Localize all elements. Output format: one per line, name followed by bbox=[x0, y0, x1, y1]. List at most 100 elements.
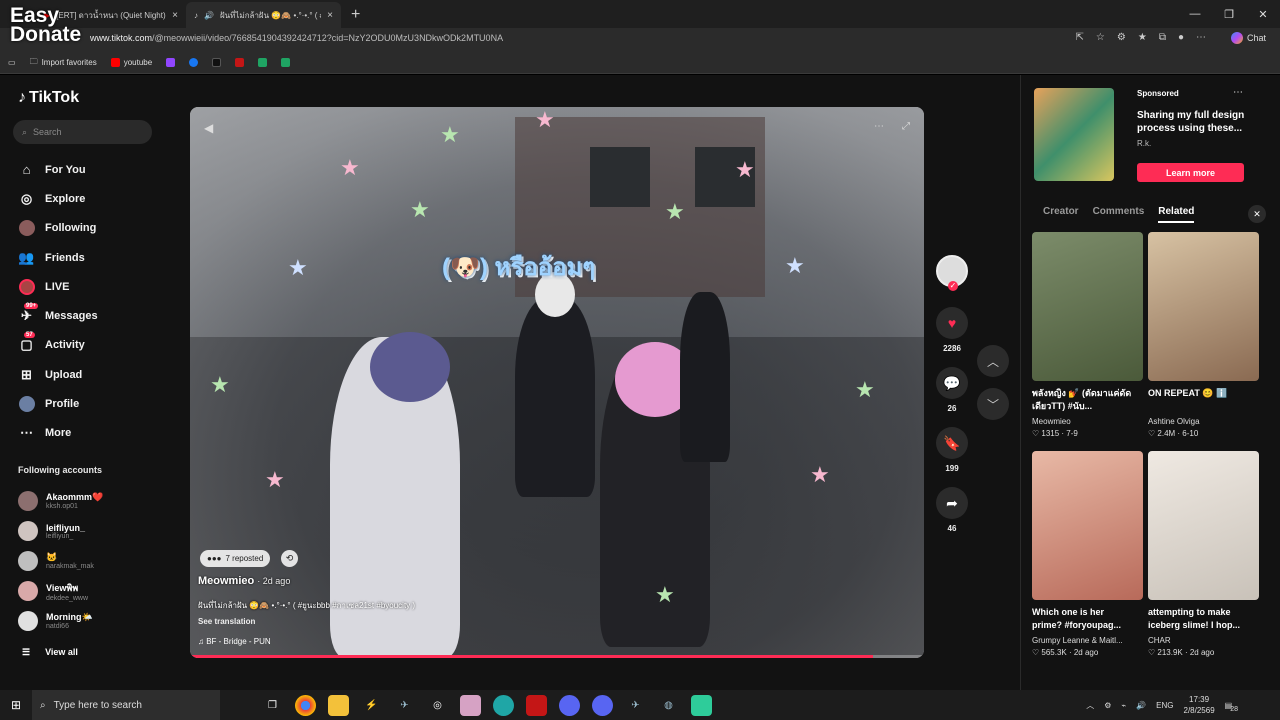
speaker-icon[interactable]: 🔊 bbox=[204, 11, 214, 20]
related-video-card[interactable]: Which one is her prime? #foryoupag... Gr… bbox=[1032, 451, 1143, 657]
fullscreen-icon[interactable]: ⤢ bbox=[902, 121, 910, 132]
like-action[interactable]: ♥ 2286 bbox=[936, 307, 968, 353]
discord-icon[interactable] bbox=[559, 694, 580, 716]
list-item[interactable]: Viewพิพ dekdee_www bbox=[18, 576, 103, 606]
tab-actions-icon[interactable]: ▭ bbox=[8, 58, 16, 67]
sidebar-item-upload[interactable]: ⊞ Upload bbox=[18, 360, 98, 389]
view-all-button[interactable]: ☰ View all bbox=[22, 647, 78, 658]
tab-comments[interactable]: Comments bbox=[1093, 206, 1145, 223]
creator-avatar[interactable]: ✓ bbox=[936, 255, 968, 291]
next-video-button[interactable]: ﹀ bbox=[977, 388, 1009, 420]
close-window-icon[interactable]: ✕ bbox=[1246, 0, 1280, 28]
tray-app-icon[interactable]: ⚙ bbox=[1104, 701, 1111, 710]
menu-dots-icon[interactable]: ⋯ bbox=[1196, 32, 1206, 43]
close-icon[interactable]: × bbox=[327, 10, 333, 21]
app-icon[interactable] bbox=[691, 694, 712, 716]
open-app-icon[interactable]: ⇱ bbox=[1076, 32, 1084, 43]
comment-action[interactable]: 💬 26 bbox=[936, 367, 968, 413]
app-icon[interactable]: ◎ bbox=[427, 695, 448, 716]
sidebar-item-friends[interactable]: 👥 Friends bbox=[18, 243, 98, 272]
collections-icon[interactable]: ⧉ bbox=[1159, 32, 1166, 43]
sidebar-item-following[interactable]: Following bbox=[18, 214, 98, 243]
video-thumbnail[interactable] bbox=[1148, 451, 1259, 600]
sheets-icon[interactable] bbox=[258, 58, 268, 67]
video-player[interactable]: (🐶) หรืออ้อมๆ ★ ★ ★ ★ ★ ★ ★ ★ ★ ★ ★ ★ ★ … bbox=[190, 107, 924, 658]
related-video-card[interactable]: ON REPEAT 😊 ℹ️ Ashtine Olviga ♡ 2.4M · 6… bbox=[1148, 232, 1259, 438]
sidebar-item-profile[interactable]: Profile bbox=[18, 389, 98, 418]
video-author[interactable]: Meowmieo · 2d ago bbox=[198, 575, 290, 587]
ad-title[interactable]: Sharing my full design process using the… bbox=[1137, 109, 1249, 135]
browser-tab-tiktok[interactable]: ♪ 🔊 ฝันที่ไม่กล้าฝัน 😳🙈 •.°·•.° ( #ฐ × bbox=[186, 2, 341, 28]
app-icon[interactable]: ◍ bbox=[658, 695, 679, 716]
steam-icon[interactable]: ✈ bbox=[394, 695, 415, 716]
app-icon[interactable] bbox=[460, 694, 481, 716]
share-action[interactable]: ➦ 46 bbox=[936, 487, 968, 533]
search-input[interactable]: ⌕ Search bbox=[13, 120, 152, 144]
previous-video-button[interactable]: ︿ bbox=[977, 345, 1009, 377]
volume-icon[interactable]: 🔊 bbox=[1136, 701, 1146, 710]
extensions-icon[interactable]: ⚙ bbox=[1117, 32, 1126, 43]
list-item[interactable]: Morning🌤️ natdi66 bbox=[18, 606, 103, 636]
windows-start-icon[interactable]: ⊞ bbox=[0, 698, 32, 712]
app-icon[interactable] bbox=[526, 694, 547, 716]
sheets-icon[interactable] bbox=[281, 58, 291, 67]
maximize-icon[interactable]: ❐ bbox=[1212, 0, 1246, 28]
volume-icon[interactable]: ◀ bbox=[204, 121, 213, 135]
favorite-youtube[interactable]: youtube bbox=[110, 58, 152, 67]
sidebar-item-explore[interactable]: ◎ Explore bbox=[18, 184, 98, 213]
follow-plus-icon[interactable]: ✓ bbox=[948, 281, 958, 291]
sidebar-item-more[interactable]: ⋯ More bbox=[18, 419, 98, 448]
url-field[interactable]: www.tiktok.com/@meowwieii/video/76685419… bbox=[90, 33, 503, 43]
language-indicator[interactable]: ENG bbox=[1156, 701, 1173, 710]
music-label[interactable]: ♫ BF - Bridge - PUN bbox=[198, 637, 271, 646]
related-video-card[interactable]: พลังหญิง 💅 (ตัดมาแค่ดัดเดียวTT) #นับ... … bbox=[1032, 232, 1143, 438]
favorite-import[interactable]: 🗀 Import favorites bbox=[30, 56, 97, 70]
network-icon[interactable]: ⌁ bbox=[1121, 701, 1126, 710]
chrome-icon[interactable] bbox=[295, 694, 316, 716]
taskbar-search[interactable]: ⌕ Type here to search bbox=[32, 690, 220, 720]
sidebar-item-messages[interactable]: ✈ 99+ Messages bbox=[18, 301, 98, 330]
list-item[interactable]: leifliyun_ leifliyun_ bbox=[18, 516, 103, 546]
red-app-icon[interactable] bbox=[235, 58, 245, 67]
tiktok-logo[interactable]: ♪ TikTok bbox=[18, 89, 79, 107]
list-item[interactable]: Akaommm❤️ kksh.op01 bbox=[18, 486, 103, 516]
reposted-badge[interactable]: ●●● 7 reposted bbox=[200, 550, 271, 567]
video-thumbnail[interactable] bbox=[1148, 232, 1259, 381]
video-thumbnail[interactable] bbox=[1032, 232, 1143, 381]
sidebar-item-activity[interactable]: ▢ 57 Activity bbox=[18, 331, 98, 360]
copilot-chat-button[interactable]: Chat bbox=[1230, 32, 1266, 44]
twitch-icon[interactable] bbox=[166, 58, 176, 67]
sidebar-item-live[interactable]: LIVE bbox=[18, 272, 98, 301]
avatar[interactable]: ● bbox=[1178, 32, 1184, 43]
star-icon[interactable]: ☆ bbox=[1096, 32, 1105, 43]
close-icon[interactable]: × bbox=[172, 10, 178, 21]
edge-icon[interactable] bbox=[493, 694, 514, 716]
tab-related[interactable]: Related bbox=[1158, 206, 1195, 223]
tiktok-icon[interactable] bbox=[212, 58, 222, 67]
related-video-card[interactable]: attempting to make iceberg slime! I hop.… bbox=[1148, 451, 1259, 657]
facebook-icon[interactable] bbox=[189, 58, 199, 67]
discord-icon[interactable] bbox=[592, 694, 613, 716]
video-thumbnail[interactable] bbox=[1032, 451, 1143, 600]
favorites-icon[interactable]: ★ bbox=[1138, 32, 1147, 43]
task-view-icon[interactable]: ❐ bbox=[262, 695, 283, 716]
close-icon[interactable]: ✕ bbox=[1248, 205, 1266, 223]
learn-more-button[interactable]: Learn more bbox=[1137, 163, 1244, 182]
see-translation-button[interactable]: See translation bbox=[198, 617, 255, 626]
repost-icon[interactable]: ⟲ bbox=[281, 550, 298, 567]
steam-icon[interactable]: ✈ bbox=[625, 695, 646, 716]
new-tab-button[interactable]: + bbox=[341, 6, 370, 28]
sidebar-item-for-you[interactable]: ⌂ For You bbox=[18, 155, 98, 184]
list-item[interactable]: 🐱 narakmak_mak bbox=[18, 546, 103, 576]
clock[interactable]: 17:39 2/8/2569 bbox=[1184, 694, 1215, 716]
minimize-icon[interactable]: — bbox=[1178, 0, 1212, 28]
tab-creator[interactable]: Creator bbox=[1043, 206, 1079, 223]
video-progress-bar[interactable] bbox=[190, 655, 924, 658]
more-options-icon[interactable]: ⋯ bbox=[1233, 87, 1243, 98]
save-action[interactable]: 🔖 199 bbox=[936, 427, 968, 473]
more-options-icon[interactable]: ⋯ bbox=[874, 121, 884, 132]
file-explorer-icon[interactable] bbox=[328, 694, 349, 716]
app-icon[interactable]: ⚡ bbox=[361, 695, 382, 716]
chevron-up-icon[interactable]: ︿ bbox=[1086, 700, 1094, 711]
ad-thumbnail[interactable] bbox=[1034, 88, 1114, 181]
